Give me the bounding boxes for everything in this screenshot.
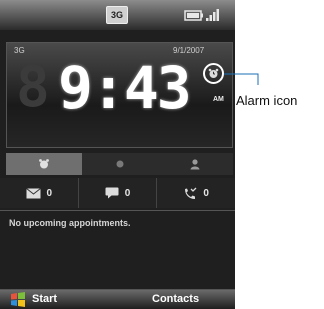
- status-bar: 3G: [0, 0, 235, 30]
- sms-notification[interactable]: 0: [79, 178, 158, 208]
- notification-bar: 0 0 0: [0, 178, 235, 208]
- tab-alarm[interactable]: [6, 153, 82, 175]
- contacts-softkey[interactable]: Contacts: [152, 293, 199, 305]
- network-3g-icon[interactable]: 3G: [106, 6, 128, 24]
- alarm-icon[interactable]: [203, 63, 224, 84]
- missed-call-icon: [185, 187, 197, 199]
- softkey-bar: Start Contacts: [0, 290, 235, 309]
- windows-start-icon[interactable]: [10, 292, 26, 307]
- appointments-area[interactable]: No upcoming appointments.: [0, 210, 235, 290]
- phone-screen: 3G 3G 9/1/2007 8 9:43 AM 0 0 0 No upcomi…: [0, 0, 235, 309]
- sms-count: 0: [124, 187, 131, 199]
- tab-status[interactable]: [81, 153, 158, 175]
- missed-calls-notification[interactable]: 0: [157, 178, 235, 208]
- ghost-digit: 8: [16, 55, 50, 120]
- tab-contacts[interactable]: [157, 153, 234, 175]
- battery-signal-icon[interactable]: [184, 7, 220, 23]
- appointments-text: No upcoming appointments.: [9, 218, 131, 228]
- ampm-label: AM: [213, 96, 224, 103]
- missed-calls-count: 0: [203, 187, 209, 199]
- tab-bar: [6, 153, 234, 175]
- contact-icon: [190, 159, 200, 170]
- alarm-icon: [38, 159, 49, 169]
- clock-time[interactable]: 9:43: [58, 58, 192, 118]
- speech-bubble-icon: [105, 187, 119, 199]
- band-label: 3G: [14, 46, 25, 55]
- dot-icon: [116, 160, 123, 168]
- alarm-clock-icon: [208, 68, 219, 78]
- envelope-icon: [25, 187, 41, 198]
- start-softkey[interactable]: Start: [32, 293, 57, 305]
- email-count: 0: [46, 187, 53, 199]
- email-notification[interactable]: 0: [0, 178, 79, 208]
- callout-label: Alarm icon: [236, 93, 298, 108]
